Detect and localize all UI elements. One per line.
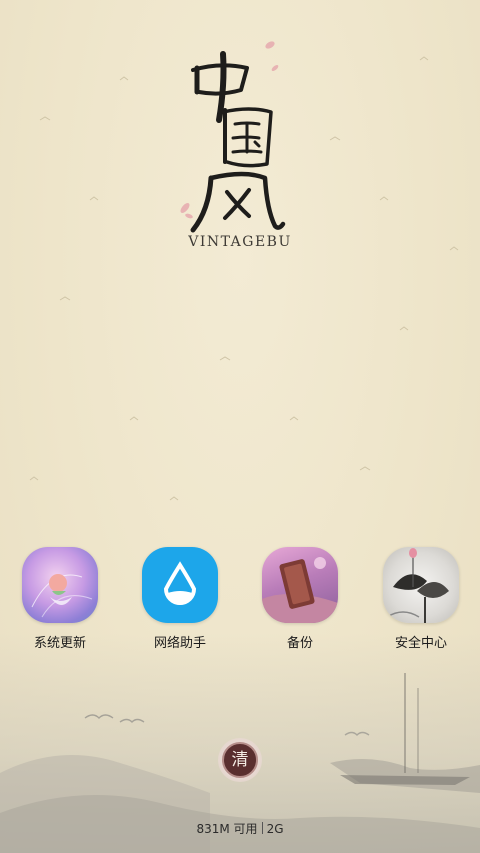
app-network-assistant[interactable]: 网络助手 [125,547,235,651]
memory-clean-button[interactable]: 清 [218,738,262,782]
clean-button-label: 清 [222,742,258,778]
divider [261,822,263,834]
app-security-center[interactable]: 安全中心 [366,547,476,651]
memory-available: 831M 可用 [196,822,258,836]
app-label: 网络助手 [153,636,206,651]
app-backup[interactable]: 备份 [245,547,355,651]
security-center-icon[interactable] [383,547,459,623]
network-assistant-icon[interactable] [142,547,218,623]
app-label: 备份 [286,636,313,651]
app-system-update[interactable]: 系统更新 [5,547,115,651]
backup-icon[interactable] [262,547,338,623]
memory-status: 831M 可用 2G [0,820,480,837]
calligraphy-logo [180,41,286,233]
brand-name: VINTAGEBU [188,234,292,250]
app-label: 系统更新 [33,636,86,651]
app-label: 安全中心 [394,636,447,651]
system-update-icon[interactable] [22,547,98,623]
memory-total: 2G [266,822,284,836]
